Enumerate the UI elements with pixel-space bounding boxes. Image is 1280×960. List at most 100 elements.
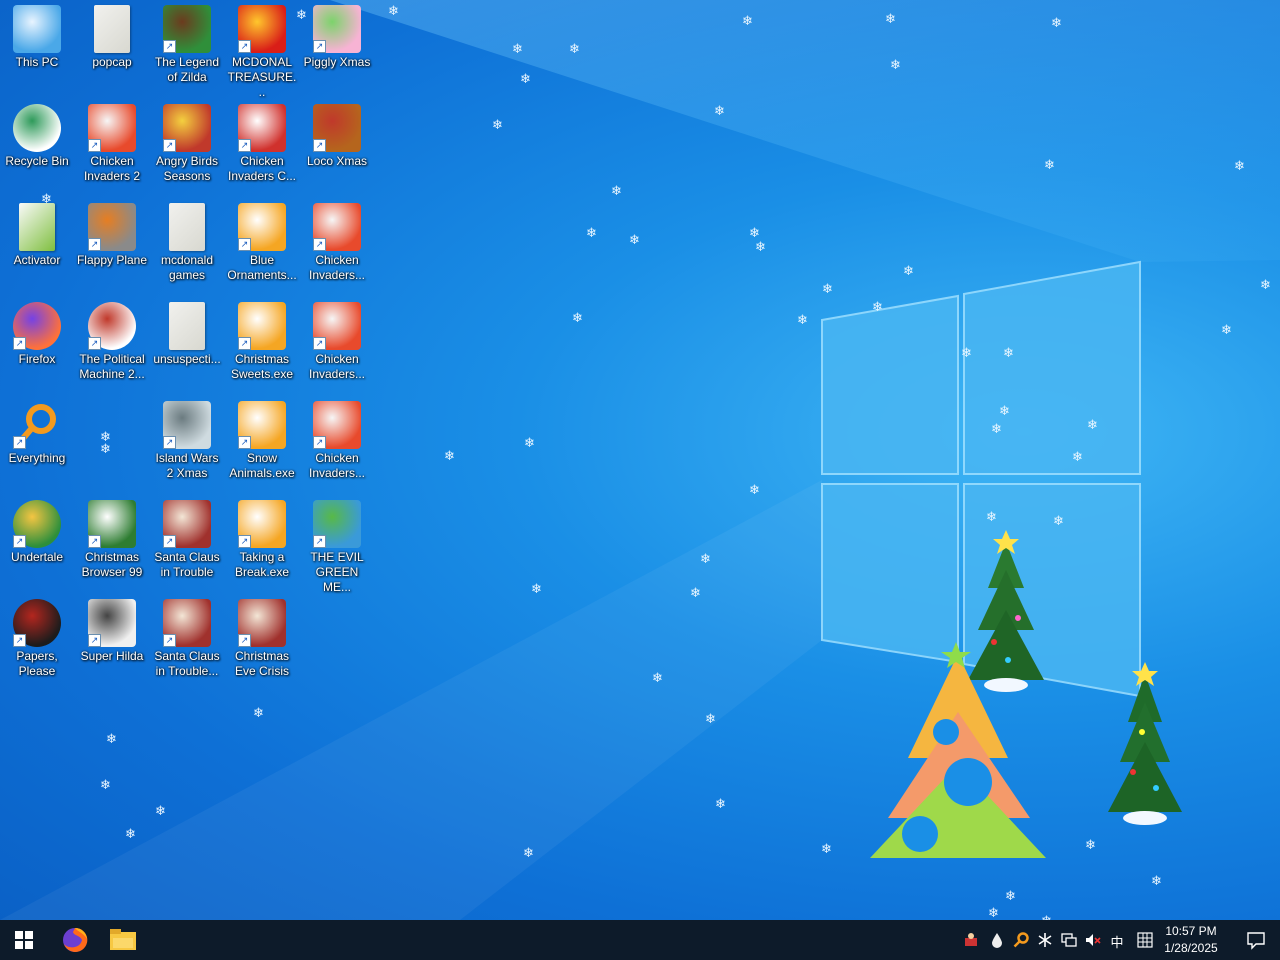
desktop-icon[interactable]: ↗ Taking a Break.exe	[225, 497, 299, 589]
shortcut-arrow-icon: ↗	[313, 139, 326, 152]
snowflake-icon: ❄	[961, 345, 972, 360]
installer-icon: ↗	[238, 302, 286, 350]
ime-indicator[interactable]: 中	[1108, 932, 1126, 951]
desktop-icon[interactable]: ↗ Angry Birds Seasons	[150, 101, 224, 193]
shortcut-arrow-icon: ↗	[163, 535, 176, 548]
desktop-icon[interactable]: ↗ Chicken Invaders 2	[75, 101, 149, 193]
desktop-icon[interactable]: ↗ Christmas Sweets.exe	[225, 299, 299, 391]
taskbar-clock[interactable]: 10:57 PM 1/28/2025	[1160, 923, 1222, 957]
desktop-icon-label: Chicken Invaders...	[308, 451, 366, 480]
shortcut-arrow-icon: ↗	[88, 337, 101, 350]
desktop-icon[interactable]: ↗ Super Hilda	[75, 596, 149, 688]
desktop-icon[interactable]: ↗ Chicken Invaders...	[300, 200, 374, 292]
notification-icon	[1247, 932, 1265, 950]
desktop-icon[interactable]: Recycle Bin	[0, 101, 74, 193]
folder-icon	[169, 302, 205, 350]
snowflake-icon: ❄	[100, 429, 111, 444]
snowflake-icon: ❄	[100, 441, 111, 456]
shortcut-arrow-icon: ↗	[88, 238, 101, 251]
desktop-icon[interactable]: ↗ Blue Ornaments...	[225, 200, 299, 292]
tray-drop-icon[interactable]	[988, 932, 1006, 948]
desktop-icon[interactable]: ↗ Piggly Xmas	[300, 2, 374, 94]
desktop-icon[interactable]: ↗ Santa Claus in Trouble...	[150, 596, 224, 688]
desktop-icon[interactable]: ↗ Undertale	[0, 497, 74, 589]
desktop-icon-label: Loco Xmas	[306, 154, 368, 168]
snowflake-icon: ❄	[1151, 873, 1162, 888]
tray-input-mode-button[interactable]	[1136, 932, 1154, 948]
network-icon	[1061, 933, 1077, 947]
file-icon	[19, 203, 55, 251]
election-icon: ↗	[88, 302, 136, 350]
desktop-icon[interactable]: mcdonald games	[150, 200, 224, 292]
shortcut-arrow-icon: ↗	[313, 436, 326, 449]
desktop-icon[interactable]: ↗ Papers, Please	[0, 596, 74, 688]
snowflake-icon: ❄	[492, 117, 503, 132]
shortcut-arrow-icon: ↗	[88, 634, 101, 647]
installer-icon: ↗	[238, 203, 286, 251]
desktop-icon-label: Angry Birds Seasons	[155, 154, 219, 183]
tray-volume-muted-button[interactable]	[1084, 932, 1102, 948]
snowflake-icon: ❄	[1085, 837, 1096, 852]
desktop-icon[interactable]: ↗ Christmas Browser 99	[75, 497, 149, 589]
xmas-tree-icon: ↗	[88, 500, 136, 548]
snowflake-icon: ❄	[100, 777, 111, 792]
snowflake-icon: ❄	[1234, 158, 1245, 173]
taskbar-file-explorer-button[interactable]	[99, 920, 147, 960]
desktop-icon[interactable]: ↗ THE EVIL GREEN ME...	[300, 497, 374, 594]
snowflake-icon: ❄	[155, 803, 166, 818]
desktop-icon-label: THE EVIL GREEN ME...	[310, 550, 364, 594]
snowflake-icon: ❄	[1051, 15, 1062, 30]
firefox-icon	[63, 927, 88, 952]
taskbar: 中 10:57 PM 1/28/2025	[0, 920, 1280, 960]
desktop-icon[interactable]: ↗ Chicken Invaders...	[300, 398, 374, 490]
desktop-icon[interactable]: ↗ Loco Xmas	[300, 101, 374, 193]
snowflake-icon: ❄	[569, 41, 580, 56]
shortcut-arrow-icon: ↗	[313, 40, 326, 53]
desktop-icon[interactable]: ↗ Christmas Eve Crisis	[225, 596, 299, 688]
tray-asterisk-icon[interactable]	[1036, 932, 1054, 948]
snowman-icon: ↗	[238, 104, 286, 152]
desktop-icon[interactable]: ↗ Snow Animals.exe	[225, 398, 299, 490]
messenger-icon: ↗	[313, 500, 361, 548]
desktop-icon-label: Island Wars 2 Xmas	[155, 451, 219, 480]
desktop-icon[interactable]: ↗ The Legend of Zilda	[150, 2, 224, 94]
santa-icon: ↗	[163, 599, 211, 647]
shortcut-arrow-icon: ↗	[238, 535, 251, 548]
chicken-icon: ↗	[313, 401, 361, 449]
snowflake-icon: ❄	[1087, 417, 1098, 432]
desktop-icon-label: mcdonald games	[160, 253, 214, 282]
desktop-icon[interactable]: ↗ Chicken Invaders...	[300, 299, 374, 391]
tray-network-icon[interactable]	[1060, 932, 1078, 948]
paper-christmas-tree-icon	[870, 642, 1046, 858]
desktop-icon-label: Recycle Bin	[5, 154, 69, 168]
desktop-icon-label: MCDONAL TREASURE...	[227, 55, 297, 99]
snowflake-icon: ❄	[512, 41, 523, 56]
desktop-icon[interactable]: ↗ Santa Claus in Trouble	[150, 497, 224, 589]
action-center-button[interactable]	[1246, 930, 1266, 950]
desktop-icon[interactable]: ↗ Firefox	[0, 299, 74, 391]
snowflake-icon: ❄	[1072, 449, 1083, 464]
snowflake-icon: ❄	[1260, 277, 1271, 292]
snowflake-icon: ❄	[106, 731, 117, 746]
desktop-icon[interactable]: ↗ MCDONAL TREASURE...	[225, 2, 299, 99]
desktop-icon[interactable]: popcap	[75, 2, 149, 94]
snowflake-icon: ❄	[797, 312, 808, 327]
tray-app-icon[interactable]	[962, 932, 980, 948]
firefox-icon: ↗	[13, 302, 61, 350]
tray-everything-icon[interactable]	[1012, 932, 1030, 948]
desktop-icon[interactable]: unsuspecti...	[150, 299, 224, 391]
chicken-icon: ↗	[313, 203, 361, 251]
desktop-icon-label: Undertale	[10, 550, 64, 564]
taskbar-firefox-button[interactable]	[51, 920, 99, 960]
desktop-icon[interactable]: Activator	[0, 200, 74, 292]
desktop-icon[interactable]: ↗ Flappy Plane	[75, 200, 149, 292]
desktop-icon[interactable]: ↗ The Political Machine 2...	[75, 299, 149, 391]
desktop-icon[interactable]: ↗ Island Wars 2 Xmas	[150, 398, 224, 490]
snowflake-icon: ❄	[690, 585, 701, 600]
desktop-icon[interactable]: ↗ Everything	[0, 398, 74, 490]
desktop-icon-label: Blue Ornaments...	[227, 253, 297, 282]
desktop-icon[interactable]: This PC	[0, 2, 74, 94]
shortcut-arrow-icon: ↗	[238, 40, 251, 53]
desktop-icon[interactable]: ↗ Chicken Invaders C...	[225, 101, 299, 193]
start-button[interactable]	[0, 920, 48, 960]
